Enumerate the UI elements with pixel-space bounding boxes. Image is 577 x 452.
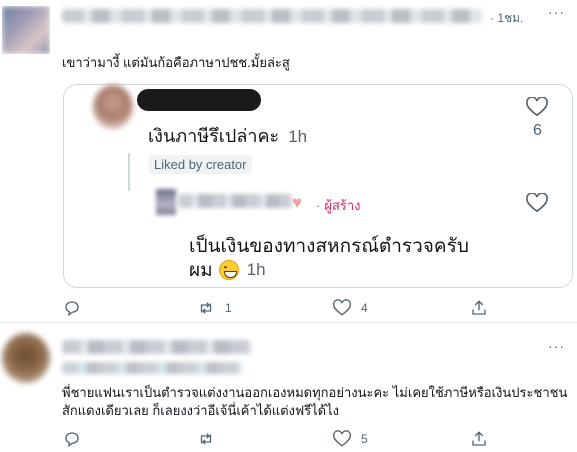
redacted-name-bar: [137, 89, 261, 111]
tweet-text: เขาว่ามางี้ แต่มันก้อคือภาษาปชช.มั้ยล่ะส…: [62, 55, 290, 70]
author-name-blurred[interactable]: [62, 9, 482, 23]
creator-name-blurred[interactable]: [178, 194, 292, 208]
share-button[interactable]: [470, 299, 488, 317]
heart-icon: [333, 299, 351, 316]
reply-button[interactable]: [63, 299, 81, 317]
tweet1-action-bar: 1 4: [0, 297, 577, 319]
retweet-count: 1: [225, 301, 232, 315]
reply-line-2-text: ผม: [189, 260, 213, 281]
tweet-divider: [0, 322, 577, 323]
author-name-blurred[interactable]: [62, 340, 252, 354]
retweet-button[interactable]: 1: [197, 299, 232, 317]
thread-line: [128, 153, 130, 191]
question-like-count: 6: [533, 122, 542, 139]
question-body: เงินภาษีรึเปล่าคะ: [148, 126, 280, 146]
question-avatar[interactable]: [93, 85, 133, 129]
heart-icon[interactable]: [526, 97, 548, 117]
separator-dot: ·: [316, 198, 321, 213]
retweet-button[interactable]: [197, 430, 215, 448]
question-time: 1h: [288, 127, 308, 146]
creator-avatar[interactable]: [156, 189, 176, 215]
like-button[interactable]: 5: [333, 430, 368, 448]
grinning-emoji-icon: [218, 260, 239, 280]
author-avatar[interactable]: [2, 6, 50, 54]
question-text: เงินภาษีรึเปล่าคะ 1h: [148, 121, 307, 150]
pink-heart-icon: ♥: [292, 193, 303, 212]
creator-label: ผู้สร้าง: [324, 198, 361, 213]
tweet2-action-bar: 5: [0, 428, 577, 450]
reply-time: 1h: [246, 260, 266, 279]
share-icon: [472, 300, 486, 315]
tweet-timestamp[interactable]: · 1ชม.: [490, 9, 523, 28]
more-options-icon[interactable]: ···: [548, 338, 565, 354]
liked-by-creator-badge: Liked by creator: [149, 155, 252, 174]
quoted-reply-card[interactable]: เงินภาษีรึเปล่าคะ 1h Liked by creator 6 …: [63, 84, 573, 288]
retweet-icon: [200, 302, 212, 314]
author-avatar[interactable]: [2, 333, 50, 383]
reply-button[interactable]: [63, 430, 81, 448]
like-button[interactable]: 4: [333, 299, 368, 317]
creator-badge: · ผู้สร้าง: [316, 195, 361, 216]
reply-icon: [65, 432, 79, 448]
tweet-text: พี่ชายแฟนเราเป็นตำรวจแต่งงานออกเองหมดทุก…: [62, 385, 568, 418]
heart-icon[interactable]: [526, 193, 548, 213]
like-count: 4: [361, 301, 368, 315]
share-button[interactable]: [470, 430, 488, 448]
like-count: 5: [361, 432, 368, 446]
reply-icon: [65, 301, 79, 317]
author-handle-blurred[interactable]: [62, 362, 242, 374]
creator-reply-line-2: ผม 1h: [189, 255, 266, 285]
share-icon: [472, 431, 486, 446]
retweet-icon: [200, 433, 212, 445]
heart-icon: [333, 430, 351, 447]
more-options-icon[interactable]: ···: [548, 4, 565, 20]
